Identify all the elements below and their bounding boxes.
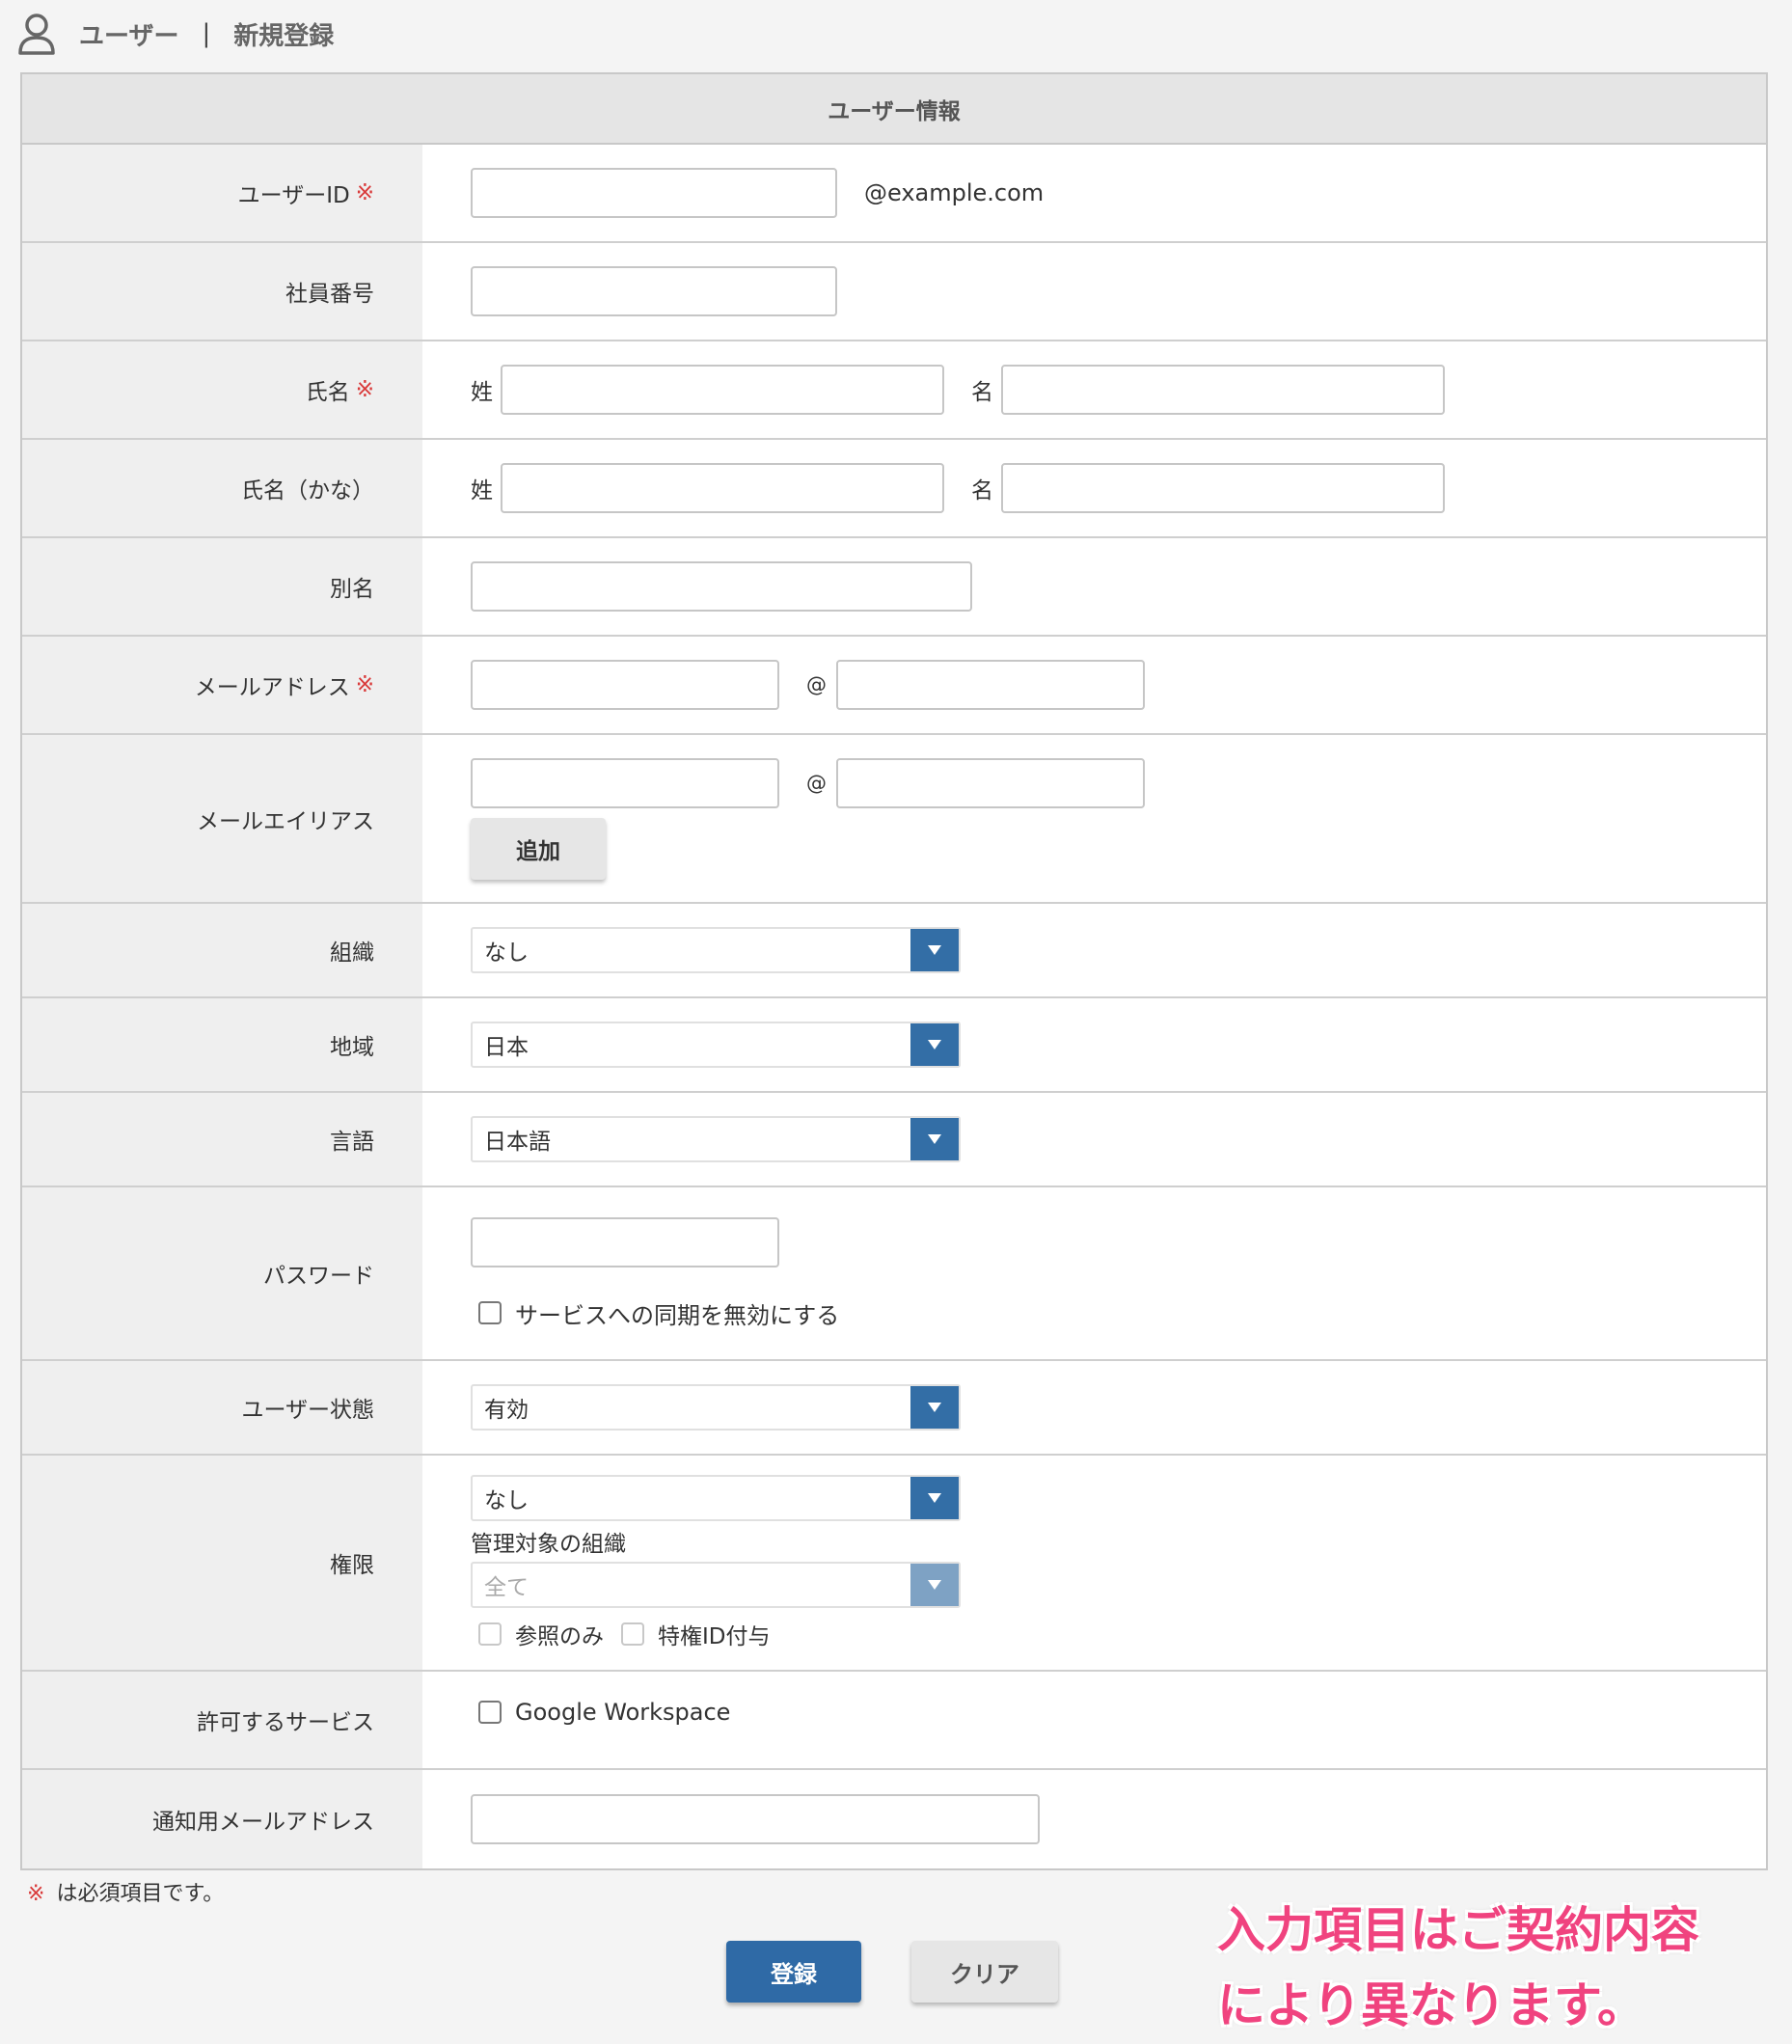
label-name: 氏名 ※ [22, 341, 422, 438]
organization-select[interactable]: なし [471, 927, 961, 973]
row-alias-name: 別名 [22, 538, 1766, 637]
label-organization: 組織 [22, 904, 422, 996]
row-allowed-services: 許可するサービス Google Workspace [22, 1672, 1766, 1770]
email-local-input[interactable] [471, 660, 779, 710]
triangle-down-icon [910, 929, 959, 971]
label-notification-email: 通知用メールアドレス [22, 1770, 422, 1868]
callout-line-1: 入力項目はご契約内容 [1217, 1902, 1699, 1958]
first-name-prefix: 名 [971, 380, 993, 405]
google-workspace-checkbox[interactable] [478, 1701, 502, 1724]
user-status-select[interactable]: 有効 [471, 1384, 961, 1431]
label-permission: 権限 [22, 1456, 422, 1670]
triangle-down-icon [910, 1564, 959, 1606]
callout-line-2: により異なります。 [1217, 1977, 1645, 2033]
employee-number-input[interactable] [471, 266, 837, 316]
register-button[interactable]: 登録 [726, 1941, 861, 2003]
permission-selected: なし [484, 1488, 529, 1513]
label-region: 地域 [22, 998, 422, 1091]
google-workspace-label: Google Workspace [515, 1699, 731, 1726]
required-mark: ※ [355, 180, 374, 205]
breadcrumb: ユーザー | 新規登録 [17, 10, 334, 58]
managed-org-label: 管理対象の組織 [471, 1532, 626, 1557]
user-icon [18, 14, 55, 55]
password-input[interactable] [471, 1216, 779, 1267]
label-email: メールアドレス ※ [22, 637, 422, 733]
row-name-kana: 氏名（かな） 姓 名 [22, 440, 1766, 538]
label-email-alias: メールエイリアス [22, 735, 422, 902]
label-user-status: ユーザー状態 [22, 1361, 422, 1454]
required-mark: ※ [355, 377, 374, 402]
triangle-down-icon [910, 1477, 959, 1519]
privileged-id-label: 特権ID付与 [658, 1624, 771, 1649]
row-language: 言語 日本語 [22, 1093, 1766, 1187]
privileged-id-checkbox[interactable] [621, 1622, 644, 1646]
last-name-input[interactable] [501, 365, 944, 415]
label-employee-number: 社員番号 [22, 243, 422, 340]
clear-button[interactable]: クリア [911, 1941, 1058, 2003]
region-select[interactable]: 日本 [471, 1022, 961, 1068]
organization-selected: なし [484, 940, 529, 966]
triangle-down-icon [910, 1118, 959, 1160]
row-user-id: ユーザーID ※ @example.com [22, 145, 1766, 243]
permission-select[interactable]: なし [471, 1475, 961, 1521]
email-domain-input[interactable] [836, 660, 1145, 710]
breadcrumb-separator: | [202, 19, 211, 48]
triangle-down-icon [910, 1023, 959, 1066]
first-name-input[interactable] [1001, 365, 1445, 415]
read-only-label: 参照のみ [515, 1624, 604, 1649]
row-organization: 組織 なし [22, 904, 1766, 998]
email-at-sign: @ [806, 673, 827, 696]
label-user-id: ユーザーID ※ [22, 145, 422, 241]
managed-org-selected: 全て [484, 1575, 529, 1600]
first-name-kana-prefix: 名 [971, 478, 993, 504]
breadcrumb-page: 新規登録 [233, 21, 335, 51]
required-mark: ※ [355, 672, 374, 697]
required-mark: ※ [27, 1882, 45, 1906]
email-alias-domain-input[interactable] [836, 757, 1145, 808]
email-alias-at-sign: @ [806, 771, 827, 795]
user-id-input[interactable] [471, 168, 837, 218]
row-region: 地域 日本 [22, 998, 1766, 1093]
language-selected: 日本語 [484, 1130, 551, 1155]
required-note-text: は必須項目です。 [56, 1882, 225, 1906]
label-name-kana: 氏名（かな） [22, 440, 422, 536]
row-name: 氏名 ※ 姓 名 [22, 341, 1766, 440]
row-password: パスワード サービスへの同期を無効にする [22, 1187, 1766, 1361]
label-password: パスワード [22, 1187, 422, 1359]
contract-callout: 入力項目はご契約内容 により異なります。 [1217, 1893, 1699, 2043]
row-employee-number: 社員番号 [22, 243, 1766, 341]
triangle-down-icon [910, 1386, 959, 1429]
first-name-kana-input[interactable] [1001, 463, 1445, 513]
email-alias-local-input[interactable] [471, 757, 779, 808]
notification-email-input[interactable] [471, 1794, 1040, 1844]
row-email-alias: メールエイリアス @ 追加 [22, 735, 1766, 904]
row-user-status: ユーザー状態 有効 [22, 1361, 1766, 1456]
section-title: ユーザー情報 [22, 74, 1766, 145]
disable-sync-label: サービスへの同期を無効にする [515, 1301, 840, 1329]
read-only-checkbox[interactable] [478, 1622, 502, 1646]
managed-org-select[interactable]: 全て [471, 1562, 961, 1608]
last-name-kana-input[interactable] [501, 463, 944, 513]
user-status-selected: 有効 [484, 1398, 529, 1423]
user-form: ユーザー情報 ユーザーID ※ @example.com 社員番号 氏名 ※ 姓… [20, 72, 1768, 1870]
region-selected: 日本 [484, 1035, 529, 1060]
row-notification-email: 通知用メールアドレス [22, 1770, 1766, 1868]
last-name-prefix: 姓 [471, 380, 493, 405]
label-language: 言語 [22, 1093, 422, 1186]
alias-name-input[interactable] [471, 561, 972, 612]
label-alias-name: 別名 [22, 538, 422, 635]
required-note: ※ は必須項目です。 [27, 1876, 224, 1907]
breadcrumb-section: ユーザー [79, 21, 179, 51]
last-name-kana-prefix: 姓 [471, 478, 493, 504]
disable-sync-checkbox[interactable] [478, 1301, 502, 1324]
user-id-domain-suffix: @example.com [864, 179, 1045, 206]
row-email: メールアドレス ※ @ [22, 637, 1766, 735]
row-permission: 権限 なし 管理対象の組織 全て 参照のみ 特権ID付与 [22, 1456, 1766, 1672]
add-alias-button[interactable]: 追加 [471, 817, 606, 880]
language-select[interactable]: 日本語 [471, 1116, 961, 1162]
label-allowed-services: 許可するサービス [22, 1672, 422, 1768]
